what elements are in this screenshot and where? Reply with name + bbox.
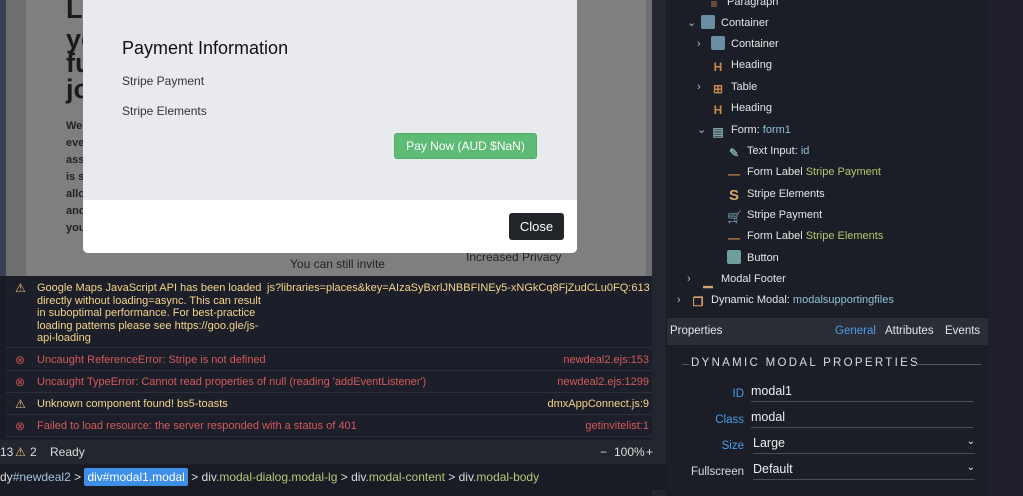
tree-item-button[interactable]: Button bbox=[727, 248, 779, 268]
size-select[interactable]: Large ⌄ bbox=[753, 436, 975, 454]
modal-icon: ❐ bbox=[692, 295, 704, 309]
modal-title: Payment Information bbox=[122, 38, 289, 58]
tree-item-heading[interactable]: H Heading bbox=[711, 98, 772, 118]
breadcrumb: dy#newdeal2 > div#modal1.modal > div.mod… bbox=[0, 464, 666, 490]
tree-item-table[interactable]: › ⊞ Table bbox=[697, 77, 757, 97]
bg-para-fragment: We bbox=[66, 120, 83, 132]
error-icon: ⊗ bbox=[15, 419, 26, 433]
tree-item-stripe-payment[interactable]: 🛒 Stripe Payment bbox=[727, 205, 822, 225]
chevron-down-icon: ⌄ bbox=[966, 436, 975, 447]
stripe-payment-label: Stripe Payment bbox=[122, 74, 205, 88]
pencil-icon: ✎ bbox=[728, 146, 740, 160]
size-label: Size bbox=[721, 440, 744, 452]
breadcrumb-item-selected[interactable]: div#modal1.modal bbox=[84, 468, 188, 486]
class-input[interactable]: modal bbox=[751, 410, 973, 428]
tab-attributes[interactable]: Attributes bbox=[885, 318, 934, 345]
bg-para-fragment: ass bbox=[66, 154, 85, 166]
console-row[interactable]: ⊗ Failed to load resource: the server re… bbox=[6, 415, 652, 437]
breadcrumb-item[interactable]: div.modal-body bbox=[459, 470, 540, 484]
bg-para-fragment: eve bbox=[66, 137, 85, 149]
modal-footer: Close bbox=[83, 200, 577, 253]
container-icon bbox=[701, 15, 715, 29]
tab-events[interactable]: Events bbox=[945, 318, 980, 345]
zoom-in-button[interactable]: + bbox=[646, 440, 653, 464]
container-icon bbox=[711, 36, 725, 50]
properties-header: Properties General Attributes Events bbox=[667, 318, 988, 345]
properties-title: Properties bbox=[670, 325, 723, 337]
id-input[interactable]: modal1 bbox=[751, 384, 973, 402]
console-panel: ⚠ Google Maps JavaScript API has been lo… bbox=[6, 277, 652, 440]
payment-modal: Payment Information Stripe Payment Strip… bbox=[83, 0, 577, 253]
bg-column-text: You can still invite bbox=[290, 257, 385, 271]
properties-panel: DYNAMIC MODAL PROPERTIES ID modal1 Class… bbox=[667, 345, 988, 496]
error-icon: ⊗ bbox=[15, 353, 26, 367]
tree-item-modal-footer[interactable]: › ▁ Modal Footer bbox=[687, 269, 786, 289]
section-title: DYNAMIC MODAL PROPERTIES bbox=[691, 357, 921, 369]
zoom-out-button[interactable]: − bbox=[600, 440, 607, 464]
form-icon: ▤ bbox=[712, 125, 724, 139]
error-count[interactable]: 13 bbox=[0, 440, 13, 464]
tree-item-text-input[interactable]: ✎ Text Input: id bbox=[727, 141, 809, 161]
chevron-down-icon[interactable]: ⌄ bbox=[697, 120, 711, 140]
footer-icon: ▁ bbox=[703, 274, 713, 288]
console-row[interactable]: ⚠ Google Maps JavaScript API has been lo… bbox=[6, 277, 652, 348]
design-view[interactable]: Lo yo fu jo We eve ass is s allo and you… bbox=[0, 0, 652, 276]
chevron-right-icon[interactable]: › bbox=[687, 269, 701, 289]
warning-icon: ⚠ bbox=[15, 397, 26, 411]
warning-icon: ⚠ bbox=[15, 281, 26, 295]
panel-splitter[interactable] bbox=[652, 0, 666, 496]
tree-item-form-label[interactable]: — Form Label Stripe Elements bbox=[727, 226, 883, 246]
heading-icon: H bbox=[713, 103, 723, 117]
tree-item-form[interactable]: ⌄ ▤ Form: form1 bbox=[697, 120, 791, 140]
tree-item-heading[interactable]: H Heading bbox=[711, 55, 772, 75]
chevron-down-icon: ⌄ bbox=[966, 462, 975, 473]
pay-now-button[interactable]: Pay Now (AUD $NaN) bbox=[394, 133, 537, 159]
fullscreen-label: Fullscreen bbox=[690, 466, 744, 478]
breadcrumb-item[interactable]: div.modal-content bbox=[351, 470, 445, 484]
id-label: ID bbox=[732, 388, 745, 400]
close-button[interactable]: Close bbox=[509, 213, 564, 240]
button-icon bbox=[727, 250, 741, 264]
bg-para-fragment: is s bbox=[66, 171, 85, 183]
status-text: Ready bbox=[50, 445, 85, 459]
structure-tree: ≡ Paragraph ⌄ Container › Container H Headin… bbox=[667, 0, 988, 316]
warning-count[interactable]: 2 bbox=[30, 440, 37, 464]
stripe-icon: S bbox=[728, 187, 739, 204]
tab-general[interactable]: General bbox=[835, 318, 876, 345]
error-icon: ⊗ bbox=[15, 375, 26, 389]
zoom-level: 100% bbox=[614, 445, 645, 459]
chevron-down-icon[interactable]: ⌄ bbox=[687, 13, 701, 33]
tree-item-paragraph[interactable]: ≡ Paragraph bbox=[707, 0, 778, 12]
chevron-right-icon[interactable]: › bbox=[697, 77, 711, 97]
label-icon: — bbox=[728, 167, 740, 181]
warning-icon: ⚠ bbox=[15, 445, 26, 459]
heading-icon: H bbox=[713, 60, 723, 74]
label-icon: — bbox=[728, 231, 740, 245]
chevron-right-icon[interactable]: › bbox=[677, 290, 691, 310]
console-row[interactable]: ⊗ Uncaught ReferenceError: Stripe is not… bbox=[6, 349, 652, 371]
breadcrumb-item[interactable]: dy#newdeal2 bbox=[0, 470, 71, 484]
tree-item-container[interactable]: › Container bbox=[697, 34, 779, 54]
stripe-elements-label: Stripe Elements bbox=[122, 104, 207, 118]
chevron-right-icon[interactable]: › bbox=[697, 34, 711, 54]
right-sidebar-edge bbox=[988, 0, 1023, 496]
tree-item-dynamic-modal[interactable]: › ❐ Dynamic Modal: modalsupportingfiles bbox=[677, 290, 894, 310]
tree-item-stripe-elements[interactable]: S Stripe Elements bbox=[727, 184, 825, 204]
fullscreen-select[interactable]: Default ⌄ bbox=[753, 462, 975, 480]
status-bar: 13 ⚠ 2 Ready − 100% + bbox=[0, 440, 666, 464]
paragraph-icon: ≡ bbox=[710, 0, 718, 11]
table-icon: ⊞ bbox=[712, 82, 724, 96]
cart-icon: 🛒 bbox=[727, 210, 742, 224]
console-row[interactable]: ⊗ Uncaught TypeError: Cannot read proper… bbox=[6, 371, 652, 393]
class-label: Class bbox=[715, 414, 744, 426]
tree-item-container[interactable]: ⌄ Container bbox=[687, 13, 769, 33]
tree-item-form-label[interactable]: — Form Label Stripe Payment bbox=[727, 162, 881, 182]
console-row[interactable]: ⚠ Unknown component found! bs5-toasts dm… bbox=[6, 393, 652, 415]
breadcrumb-item[interactable]: div.modal-dialog.modal-lg bbox=[202, 470, 338, 484]
